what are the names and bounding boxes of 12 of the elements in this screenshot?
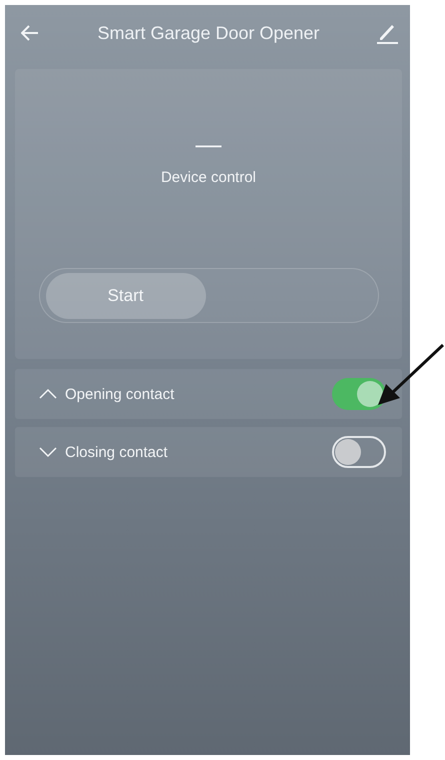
- toggle-switch[interactable]: [332, 378, 386, 410]
- chevron-up-icon: [39, 388, 57, 400]
- device-control-label: Device control: [160, 169, 256, 186]
- screen-title: Smart Garage Door Opener: [97, 22, 320, 44]
- status-text: —: [196, 131, 222, 157]
- chevron-down-icon: [39, 446, 57, 458]
- contact-label: Opening contact: [65, 386, 176, 402]
- toggle-switch[interactable]: [332, 436, 386, 468]
- back-arrow-icon: [21, 25, 39, 41]
- start-button[interactable]: Start: [46, 272, 206, 318]
- callout-arrow: [376, 343, 444, 408]
- contact-label: Closing contact: [65, 444, 169, 460]
